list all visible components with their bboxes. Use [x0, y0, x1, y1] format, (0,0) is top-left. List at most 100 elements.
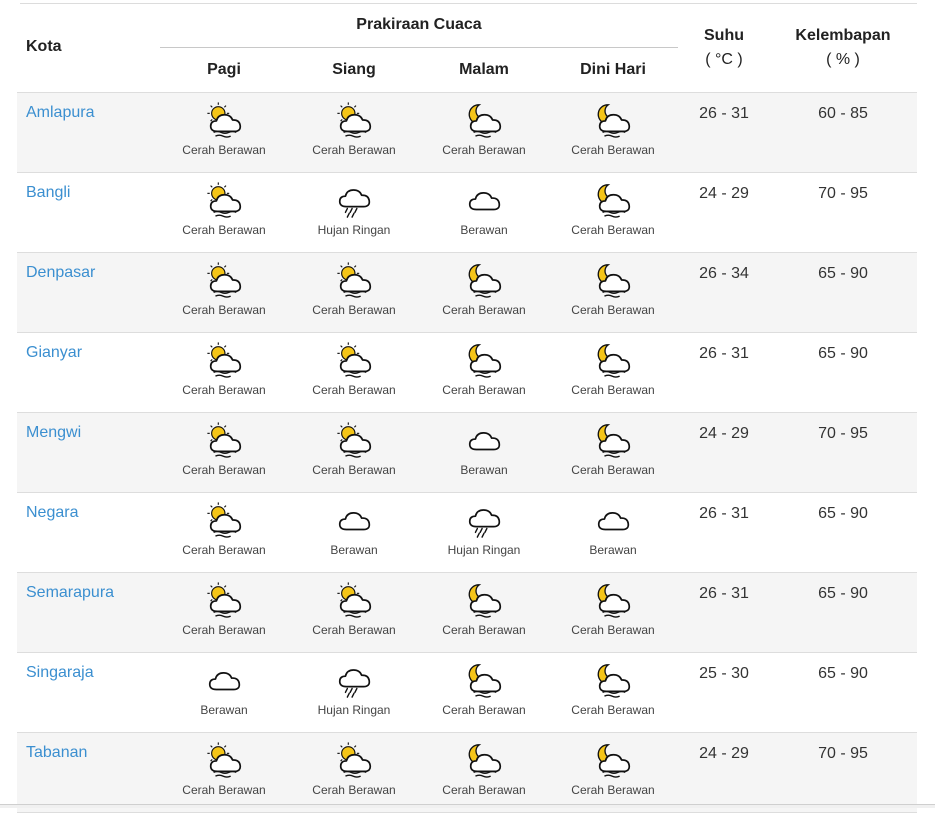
rain-cloud-icon [289, 661, 419, 699]
sun-cloud-icon [289, 341, 419, 379]
rain-cloud-icon [289, 181, 419, 219]
weather-condition-label: Cerah Berawan [571, 623, 655, 637]
weather-condition-label: Cerah Berawan [571, 223, 655, 237]
weather-condition-label: Cerah Berawan [442, 303, 526, 317]
weather-condition-label: Cerah Berawan [182, 223, 266, 237]
forecast-cell: Cerah Berawan [419, 741, 549, 797]
city-link[interactable]: Mengwi [26, 424, 81, 442]
forecast-cell: Cerah Berawan [159, 421, 289, 477]
weather-condition-label: Cerah Berawan [312, 143, 396, 157]
weather-condition-label: Cerah Berawan [312, 383, 396, 397]
city-link[interactable]: Denpasar [26, 264, 95, 282]
table-row: Amlapura Cerah Berawan Cerah Berawan Cerah … [17, 93, 917, 173]
weather-condition-label: Hujan Ringan [317, 703, 391, 717]
forecast-cell: Cerah Berawan [419, 581, 549, 637]
forecast-cell: Cerah Berawan [419, 101, 549, 157]
forecast-cell: Cerah Berawan [159, 581, 289, 637]
moon-cloud-icon [419, 581, 549, 619]
temperature-range: 25 - 30 [699, 665, 749, 682]
forecast-cell: Cerah Berawan [289, 741, 419, 797]
weather-condition-label: Cerah Berawan [442, 383, 526, 397]
sun-cloud-icon [159, 261, 289, 299]
weather-condition-label: Cerah Berawan [312, 463, 396, 477]
temperature-range: 26 - 31 [699, 505, 749, 522]
sun-cloud-icon [159, 741, 289, 779]
weather-condition-label: Cerah Berawan [571, 143, 655, 157]
weather-condition-label: Cerah Berawan [182, 463, 266, 477]
city-link[interactable]: Tabanan [26, 744, 87, 762]
forecast-cell: Cerah Berawan [159, 101, 289, 157]
temperature-range: 26 - 34 [699, 265, 749, 282]
humidity-range: 65 - 90 [818, 665, 868, 682]
moon-cloud-icon [419, 741, 549, 779]
weather-condition-label: Cerah Berawan [182, 383, 266, 397]
weather-condition-label: Berawan [200, 703, 248, 717]
table-row: Singaraja Berawan Hujan Ringan Cerah Berawa… [17, 653, 917, 733]
humidity-range: 70 - 95 [818, 185, 868, 202]
weather-condition-label: Cerah Berawan [182, 303, 266, 317]
city-link[interactable]: Semarapura [26, 584, 114, 602]
sun-cloud-icon [289, 421, 419, 459]
forecast-cell: Hujan Ringan [419, 501, 549, 557]
weather-condition-label: Cerah Berawan [312, 623, 396, 637]
forecast-cell: Cerah Berawan [159, 741, 289, 797]
forecast-cell: Cerah Berawan [419, 261, 549, 317]
table-row: Mengwi Cerah Berawan Cerah Berawan Berawan C… [17, 413, 917, 493]
forecast-cell: Berawan [419, 421, 549, 477]
weather-condition-label: Berawan [460, 223, 508, 237]
forecast-cell: Cerah Berawan [159, 341, 289, 397]
city-link[interactable]: Gianyar [26, 344, 82, 362]
forecast-cell: Cerah Berawan [159, 261, 289, 317]
forecast-cell: Berawan [289, 501, 419, 557]
sun-cloud-icon [289, 741, 419, 779]
weather-condition-label: Cerah Berawan [442, 783, 526, 797]
humidity-range: 65 - 90 [818, 345, 868, 362]
rain-cloud-icon [419, 501, 549, 539]
header-city: Kota [26, 38, 62, 55]
temperature-range: 24 - 29 [699, 185, 749, 202]
table-row: Denpasar Cerah Berawan Cerah Berawan Cerah … [17, 253, 917, 333]
humidity-range: 65 - 90 [818, 505, 868, 522]
humidity-range: 70 - 95 [818, 425, 868, 442]
cloud-icon [419, 181, 549, 219]
cloud-icon [159, 661, 289, 699]
city-link[interactable]: Bangli [26, 184, 70, 202]
moon-cloud-icon [419, 341, 549, 379]
table-top-border [20, 3, 917, 4]
sun-cloud-icon [289, 261, 419, 299]
moon-cloud-icon [419, 261, 549, 299]
city-link[interactable]: Amlapura [26, 104, 94, 122]
header-temp-unit: ( °C ) [705, 51, 743, 68]
weather-condition-label: Cerah Berawan [442, 703, 526, 717]
forecast-cell: Cerah Berawan [289, 261, 419, 317]
weather-condition-label: Cerah Berawan [571, 703, 655, 717]
header-period-noon: Siang [332, 61, 376, 78]
forecast-cell: Cerah Berawan [159, 501, 289, 557]
cloud-icon [419, 421, 549, 459]
weather-condition-label: Hujan Ringan [447, 543, 521, 557]
weather-condition-label: Berawan [460, 463, 508, 477]
sun-cloud-icon [159, 421, 289, 459]
header-humidity-unit: ( % ) [826, 51, 860, 68]
city-link[interactable]: Singaraja [26, 664, 94, 682]
header-temp: Suhu [704, 27, 744, 44]
weather-condition-label: Cerah Berawan [182, 543, 266, 557]
temperature-range: 26 - 31 [699, 585, 749, 602]
table-row: Semarapura Cerah Berawan Cerah Berawan Cera… [17, 573, 917, 653]
city-link[interactable]: Negara [26, 504, 78, 522]
weather-condition-label: Cerah Berawan [182, 783, 266, 797]
weather-condition-label: Berawan [330, 543, 378, 557]
moon-cloud-icon [419, 101, 549, 139]
header-group-divider [160, 47, 678, 48]
header-period-morning: Pagi [207, 61, 241, 78]
header-period-night: Malam [459, 61, 509, 78]
table-row: Gianyar Cerah Berawan Cerah Berawan Cerah B… [17, 333, 917, 413]
sun-cloud-icon [289, 101, 419, 139]
header-forecast-group: Prakiraan Cuaca [356, 16, 482, 33]
moon-cloud-icon [419, 661, 549, 699]
forecast-cell: Cerah Berawan [159, 181, 289, 237]
sun-cloud-icon [159, 501, 289, 539]
sun-cloud-icon [289, 581, 419, 619]
humidity-range: 70 - 95 [818, 745, 868, 762]
weather-condition-label: Cerah Berawan [312, 303, 396, 317]
